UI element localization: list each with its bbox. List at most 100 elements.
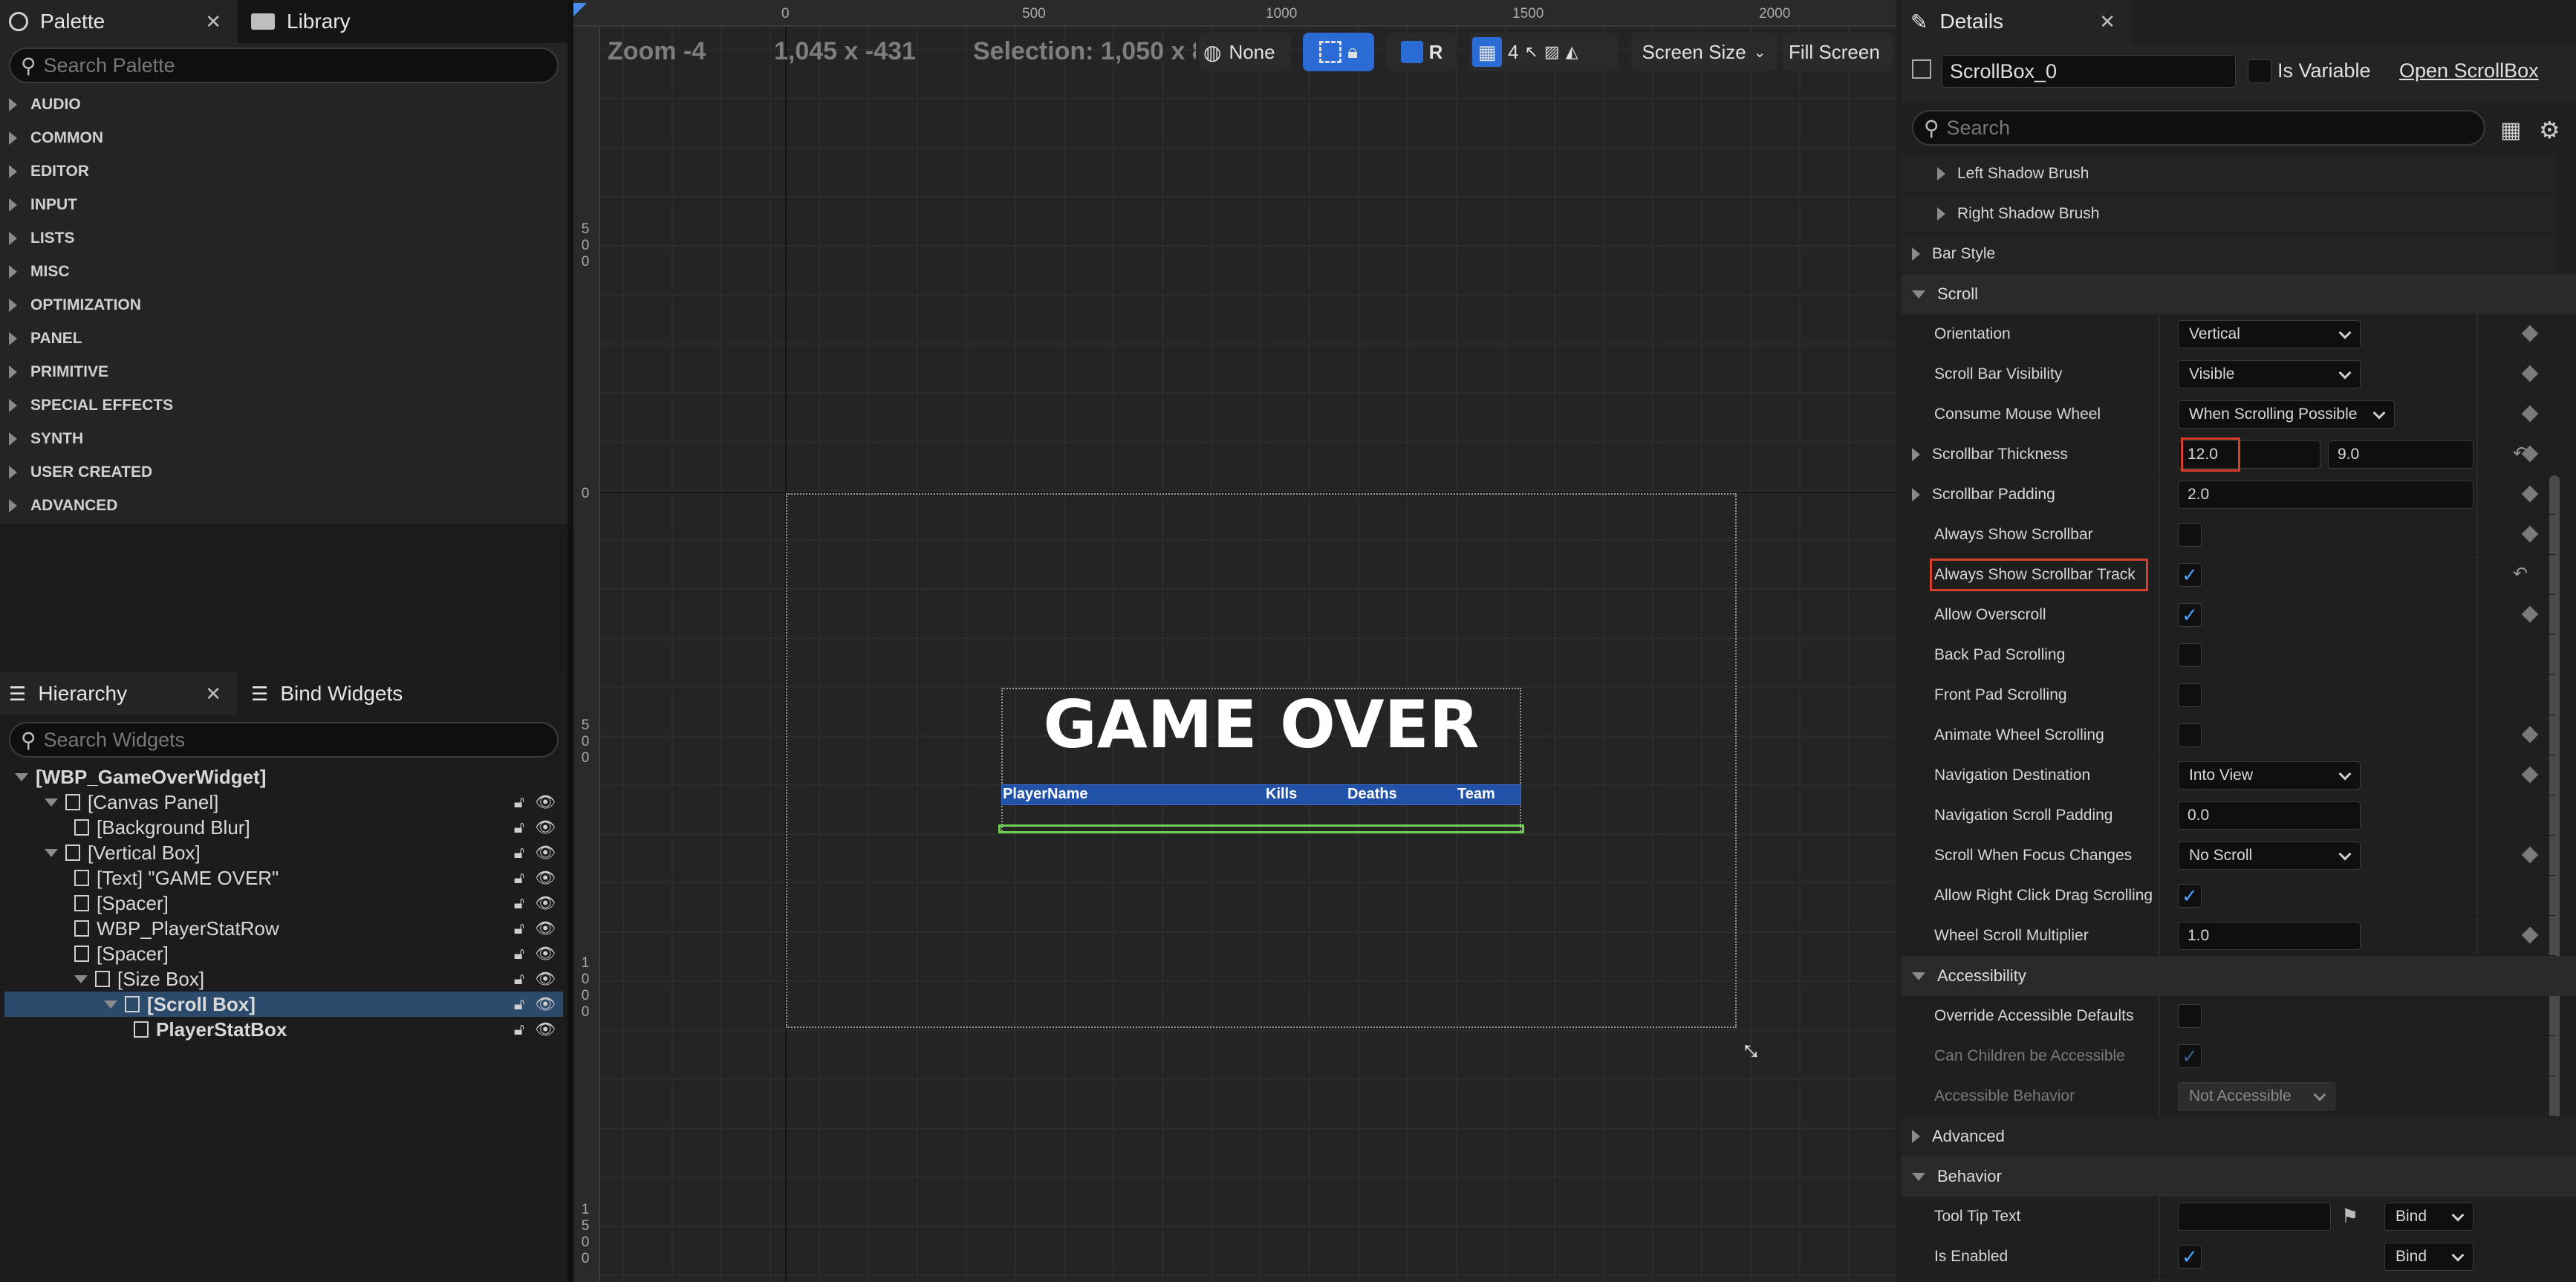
hierarchy-item[interactable]: [Spacer] 🔓︎ 👁︎ (4, 891, 563, 916)
section-advanced[interactable]: Advanced (1902, 1116, 2576, 1156)
nav-dest-dropdown[interactable]: Into View (2178, 761, 2361, 790)
collapse-arrow-icon[interactable] (74, 974, 88, 983)
cmw-dropdown[interactable]: When Scrolling Possible (2178, 400, 2395, 429)
hierarchy-item[interactable]: [Size Box] 🔓︎ 👁︎ (4, 966, 563, 992)
open-scrollbox-link[interactable]: Open ScrollBox (2399, 59, 2539, 82)
expand-arrow-icon[interactable] (1912, 488, 1920, 501)
is-variable-checkbox[interactable] (2248, 59, 2271, 83)
section-accessibility[interactable]: Accessibility (1902, 956, 2576, 996)
unlock-icon[interactable]: 🔓︎ (514, 818, 524, 837)
wheel-mult-field[interactable]: 1.0 (2178, 922, 2361, 950)
collapse-arrow-icon[interactable] (45, 798, 58, 807)
expand-arrow-icon[interactable] (1912, 247, 1920, 261)
animate-wheel-checkbox[interactable] (2178, 723, 2202, 747)
hierarchy-item[interactable]: [Scroll Box] 🔓︎ 👁︎ (4, 992, 563, 1017)
scroll-box-selection[interactable] (998, 824, 1524, 833)
focus-dropdown[interactable]: No Scroll (2178, 842, 2361, 870)
hierarchy-search-input[interactable] (43, 728, 557, 752)
collapse-arrow-icon[interactable] (15, 772, 28, 781)
expand-arrow-icon[interactable] (1937, 167, 1945, 180)
eye-icon[interactable]: 👁︎ (535, 969, 556, 989)
expand-arrow-icon[interactable] (1912, 448, 1920, 461)
palette-category[interactable]: COMMON (0, 121, 565, 154)
hierarchy-item[interactable]: [Text] "GAME OVER" 🔓︎ 👁︎ (4, 865, 563, 891)
localization-button[interactable]: ◍ None (1199, 33, 1291, 71)
eye-icon[interactable]: 👁︎ (535, 818, 556, 837)
unlock-icon[interactable]: 🔓︎ (514, 944, 524, 963)
section-scroll[interactable]: Scroll (1902, 274, 2576, 314)
nav-pad-field[interactable]: 0.0 (2178, 801, 2361, 830)
unlock-icon[interactable]: 🔓︎ (514, 995, 524, 1014)
padding-field[interactable]: 2.0 (2178, 481, 2473, 509)
screen-size-dropdown[interactable]: Screen Size ⌄ (1631, 33, 1777, 71)
unlock-icon[interactable]: 🔓︎ (514, 868, 524, 888)
unlock-icon[interactable]: 🔓︎ (514, 1020, 524, 1039)
tab-palette[interactable]: Palette ✕ (0, 0, 238, 43)
layout-toggle-group[interactable]: R (1386, 33, 1457, 71)
lock-toggle-group[interactable]: 🔒︎ (1303, 33, 1374, 71)
palette-category[interactable]: ADVANCED (0, 489, 565, 522)
hierarchy-item[interactable]: [Spacer] 🔓︎ 👁︎ (4, 941, 563, 966)
unlock-icon[interactable]: 🔓︎ (514, 793, 524, 812)
close-icon[interactable]: ✕ (205, 10, 238, 33)
fill-screen-dropdown[interactable]: Fill Screen (1783, 33, 1893, 71)
unlock-icon[interactable]: 🔓︎ (514, 969, 524, 989)
reset-arrow-icon[interactable]: ↶ (2513, 563, 2528, 585)
eye-icon[interactable]: 👁︎ (535, 919, 556, 938)
tooltip-field[interactable] (2178, 1203, 2331, 1231)
close-icon[interactable]: ✕ (2099, 10, 2132, 33)
override-checkbox[interactable] (2178, 1004, 2202, 1028)
eye-icon[interactable]: 👁︎ (535, 843, 556, 862)
allow-overscroll-checkbox[interactable]: ✓ (2178, 603, 2202, 627)
unlock-icon[interactable]: 🔓︎ (514, 894, 524, 913)
front-pad-checkbox[interactable] (2178, 683, 2202, 707)
game-over-text[interactable]: GAME OVER (1001, 686, 1521, 763)
orientation-dropdown[interactable]: Vertical (2178, 320, 2361, 348)
tab-hierarchy[interactable]: ☰ Hierarchy ✕ (0, 672, 238, 715)
unlock-icon[interactable]: 🔓︎ (514, 919, 524, 938)
always-track-checkbox[interactable]: ✓ (2178, 563, 2202, 587)
thickness-y-field[interactable]: 9.0 (2328, 440, 2473, 469)
hierarchy-search[interactable]: ⚲ (9, 722, 559, 758)
expand-arrow-icon[interactable] (1937, 207, 1945, 221)
eye-icon[interactable]: 👁︎ (535, 868, 556, 888)
palette-category[interactable]: OPTIMIZATION (0, 288, 565, 322)
widget-name-field[interactable] (1942, 55, 2236, 88)
palette-search[interactable]: ⚲ (9, 48, 559, 83)
tab-library[interactable]: Library (242, 0, 465, 43)
hierarchy-item[interactable]: [Background Blur] 🔓︎ 👁︎ (4, 815, 563, 840)
sbv-dropdown[interactable]: Visible (2178, 360, 2361, 388)
close-icon[interactable]: ✕ (205, 683, 238, 706)
tab-bind-widgets[interactable]: ☰ Bind Widgets (242, 672, 480, 715)
tooltip-bind-dropdown[interactable]: Bind (2384, 1203, 2473, 1231)
eye-icon[interactable]: 👁︎ (535, 894, 556, 913)
eye-icon[interactable]: 👁︎ (535, 1020, 556, 1039)
eye-icon[interactable]: 👁︎ (535, 995, 556, 1014)
collapse-arrow-icon[interactable] (104, 1000, 117, 1009)
grid-snap-group[interactable]: ▦ 4 ↖ ▨ ◭ (1469, 33, 1618, 71)
palette-category[interactable]: INPUT (0, 188, 565, 221)
unlock-icon[interactable]: 🔓︎ (514, 843, 524, 862)
details-search[interactable]: ⚲ (1912, 110, 2485, 146)
palette-category[interactable]: PANEL (0, 322, 565, 355)
palette-search-input[interactable] (43, 53, 557, 77)
details-search-input[interactable] (1946, 116, 2484, 140)
hierarchy-item[interactable]: [Canvas Panel] 🔓︎ 👁︎ (4, 790, 563, 815)
collapse-arrow-icon[interactable] (45, 848, 58, 857)
gear-icon[interactable]: ⚙ (2539, 116, 2560, 144)
tab-details[interactable]: ✎ Details ✕ (1902, 0, 2132, 43)
palette-category[interactable]: AUDIO (0, 88, 565, 121)
palette-category[interactable]: SPECIAL EFFECTS (0, 388, 565, 422)
hierarchy-item[interactable]: [Vertical Box] 🔓︎ 👁︎ (4, 840, 563, 865)
eye-icon[interactable]: 👁︎ (535, 793, 556, 812)
palette-category[interactable]: MISC (0, 255, 565, 288)
back-pad-checkbox[interactable] (2178, 643, 2202, 667)
eye-icon[interactable]: 👁︎ (535, 944, 556, 963)
palette-category[interactable]: EDITOR (0, 154, 565, 188)
vertical-splitter[interactable] (567, 0, 573, 1282)
hierarchy-item[interactable]: PlayerStatBox 🔓︎ 👁︎ (4, 1017, 563, 1042)
enabled-bind-dropdown[interactable]: Bind (2384, 1243, 2473, 1271)
enabled-checkbox[interactable]: ✓ (2178, 1245, 2202, 1269)
hierarchy-item[interactable]: WBP_PlayerStatRow 🔓︎ 👁︎ (4, 916, 563, 941)
hierarchy-item[interactable]: [WBP_GameOverWidget] (4, 764, 563, 790)
